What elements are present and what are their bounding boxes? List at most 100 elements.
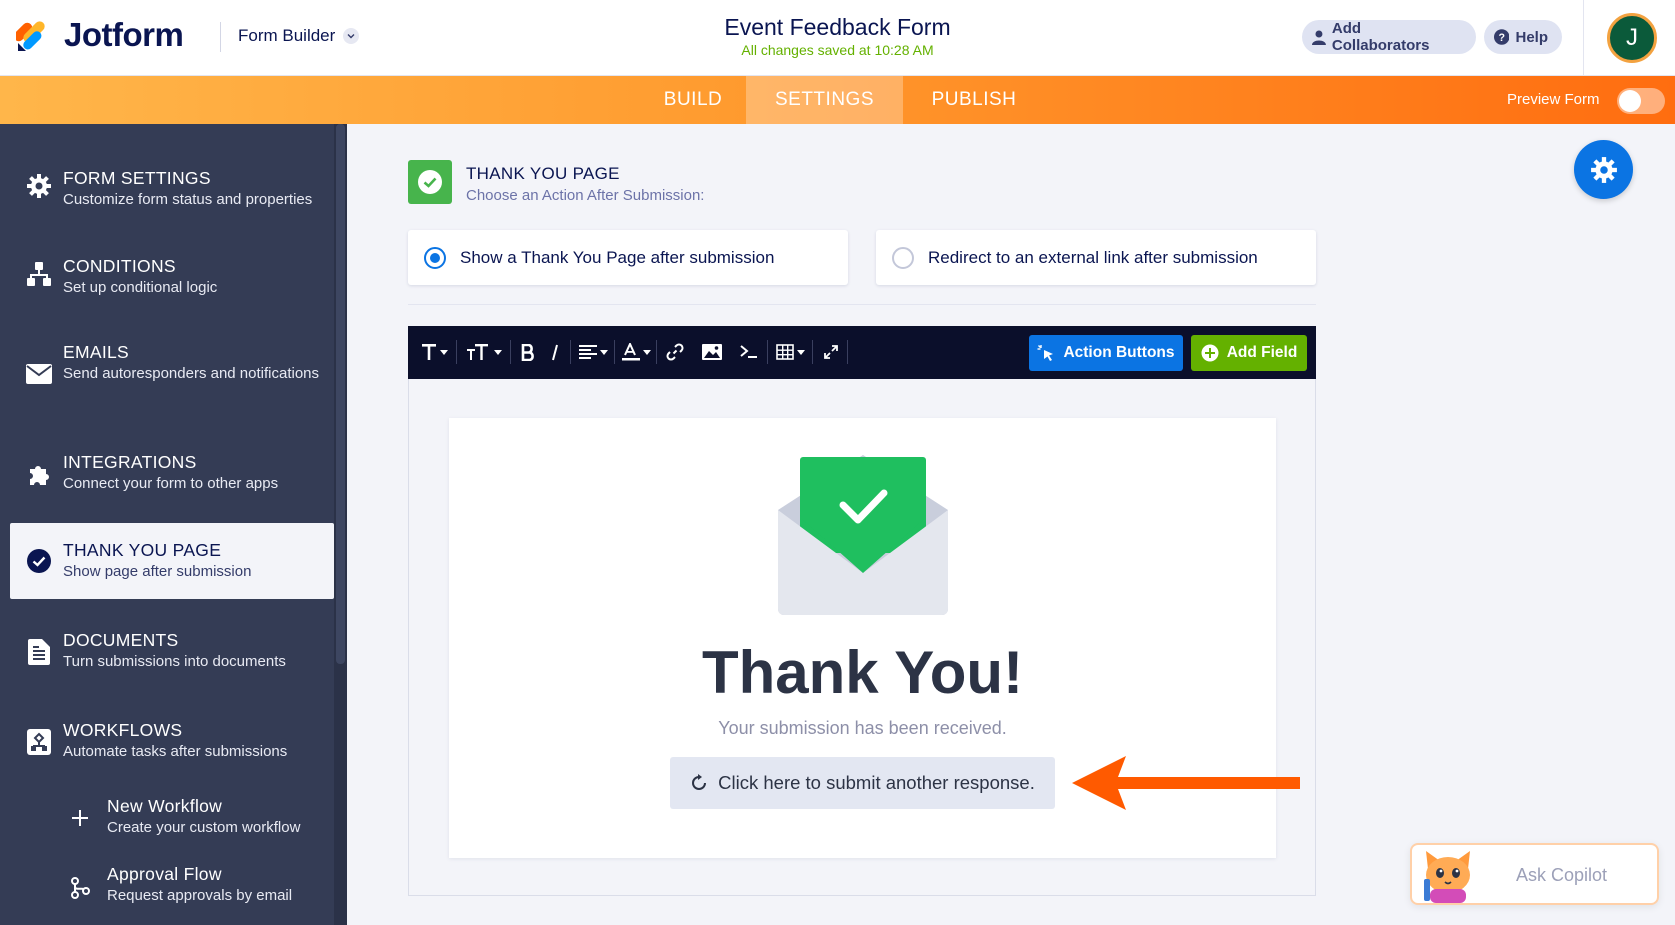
sidebar-item-title: THANK YOU PAGE <box>63 540 222 560</box>
scrollbar-thumb[interactable] <box>336 124 345 664</box>
text-type-icon <box>421 344 436 360</box>
envelope-check-icon <box>778 455 948 615</box>
sidebar-item-title: Approval Flow <box>107 864 222 884</box>
sidebar-item-workflows[interactable]: WORKFLOWS Automate tasks after submissio… <box>10 708 334 784</box>
jotform-logo-icon <box>16 21 45 51</box>
action-buttons-button[interactable]: Action Buttons <box>1029 335 1183 371</box>
option-redirect-external-link[interactable]: Redirect to an external link after submi… <box>876 230 1316 285</box>
align-button[interactable] <box>576 338 610 366</box>
bold-icon <box>521 343 534 361</box>
thank-you-message: Your submission has been received. <box>718 718 1007 738</box>
preview-form-label: Preview Form <box>1507 91 1600 108</box>
logo-text: Jotform <box>64 16 184 53</box>
add-collaborators-button[interactable]: Add Collaborators <box>1302 20 1476 54</box>
form-builder-label: Form Builder <box>238 26 336 45</box>
section-divider <box>408 304 1316 305</box>
toolbar-divider <box>570 340 571 364</box>
chevron-down-icon <box>343 28 360 44</box>
add-collaborators-label: Add Collaborators <box>1331 20 1430 54</box>
header-divider-right <box>1583 0 1584 76</box>
help-icon: ? <box>1494 29 1510 45</box>
toolbar-divider <box>812 340 813 364</box>
sidebar-subitem-approval-flow[interactable]: Approval Flow Request approvals by email <box>10 858 334 924</box>
sidebar-item-form-settings[interactable]: FORM SETTINGS Customize form status and … <box>10 150 334 226</box>
image-button[interactable] <box>699 338 725 366</box>
form-builder-menu[interactable]: Form Builder <box>238 26 360 46</box>
flow-icon <box>66 874 94 902</box>
insert-field-button[interactable] <box>736 338 762 366</box>
image-icon <box>702 344 722 360</box>
user-avatar[interactable]: J <box>1607 13 1657 63</box>
help-button[interactable]: ? Help <box>1484 20 1562 54</box>
tab-publish[interactable]: PUBLISH <box>903 76 1045 124</box>
sidebar-item-subtitle: Create your custom workflow <box>107 819 301 836</box>
sidebar-item-subtitle: Set up conditional logic <box>63 279 218 296</box>
thank-you-page-icon <box>408 160 452 204</box>
link-icon <box>666 343 684 361</box>
ask-copilot-button[interactable]: Ask Copilot <box>1410 843 1659 905</box>
sidebar-item-documents[interactable]: DOCUMENTS Turn submissions into document… <box>10 618 334 694</box>
sidebar-scrollbar[interactable] <box>334 124 347 925</box>
link-button[interactable] <box>662 338 688 366</box>
sidebar-item-thank-you-page[interactable]: THANK YOU PAGE Show page after submissio… <box>10 523 334 599</box>
sidebar-item-integrations[interactable]: INTEGRATIONS Connect your form to other … <box>10 440 334 516</box>
refresh-icon <box>692 774 707 790</box>
jotform-logo[interactable]: Jotform <box>16 16 184 54</box>
sidebar-item-title: WORKFLOWS <box>63 720 183 740</box>
thank-you-heading: Thank You! <box>701 639 1024 706</box>
sidebar-subitem-new-workflow[interactable]: New Workflow Create your custom workflow <box>10 790 334 856</box>
sidebar-item-emails[interactable]: EMAILS Send autoresponders and notificat… <box>10 326 334 412</box>
help-label: Help <box>1515 28 1548 46</box>
italic-button[interactable] <box>544 338 566 366</box>
conditions-icon <box>25 260 53 288</box>
sidebar-item-title: EMAILS <box>63 342 129 362</box>
preview-form-toggle[interactable] <box>1617 88 1665 114</box>
gear-icon <box>25 172 53 200</box>
workflow-icon <box>25 728 53 756</box>
user-icon <box>1312 30 1326 45</box>
tab-build[interactable]: BUILD <box>640 76 746 124</box>
add-field-label: Add Field <box>1226 344 1298 361</box>
bold-button[interactable] <box>516 338 540 366</box>
cursor-click-icon <box>1037 345 1054 361</box>
toolbar-divider <box>456 340 457 364</box>
tab-settings[interactable]: SETTINGS <box>746 76 903 124</box>
gear-icon <box>1590 156 1617 183</box>
option-show-thank-you-page[interactable]: Show a Thank You Page after submission <box>408 230 848 285</box>
add-field-button[interactable]: Add Field <box>1191 335 1307 371</box>
check-circle-icon <box>25 547 53 575</box>
sidebar-item-subtitle: Request approvals by email <box>107 887 293 904</box>
plus-circle-icon <box>1201 344 1219 362</box>
toolbar-divider <box>767 340 768 364</box>
radio-unselected[interactable] <box>892 246 914 269</box>
radio-selected[interactable] <box>424 246 446 269</box>
document-icon <box>25 638 53 666</box>
text-color-button[interactable] <box>620 338 652 366</box>
font-size-button[interactable] <box>463 338 505 366</box>
sidebar-item-subtitle: Turn submissions into documents <box>63 653 286 670</box>
text-color-icon <box>621 343 640 361</box>
table-icon <box>775 344 794 360</box>
settings-gear-button[interactable] <box>1574 140 1633 199</box>
copilot-mascot-icon <box>1424 851 1470 903</box>
font-type-button[interactable] <box>417 338 451 366</box>
font-size-icon <box>466 344 488 360</box>
table-button[interactable] <box>772 338 808 366</box>
action-buttons-label: Action Buttons <box>1063 344 1175 361</box>
terminal-icon <box>740 345 757 358</box>
envelope-icon <box>25 360 53 388</box>
sidebar-item-title: New Workflow <box>107 796 223 816</box>
ask-copilot-label: Ask Copilot <box>1516 865 1608 885</box>
annotation-arrow-icon <box>1072 756 1300 810</box>
toolbar-divider <box>614 340 615 364</box>
italic-icon <box>552 344 558 360</box>
sidebar-item-title: CONDITIONS <box>63 256 176 276</box>
check-circle-icon <box>418 170 442 194</box>
sidebar-item-conditions[interactable]: CONDITIONS Set up conditional logic <box>10 238 334 314</box>
section-subtitle: Choose an Action After Submission: <box>466 187 705 204</box>
top-header: Jotform Form Builder Event Feedback Form… <box>0 0 1675 76</box>
submit-another-response-button[interactable]: Click here to submit another response. <box>670 757 1055 809</box>
fullscreen-button[interactable] <box>818 338 844 366</box>
option-label: Redirect to an external link after submi… <box>928 247 1258 267</box>
align-left-icon <box>578 345 597 359</box>
